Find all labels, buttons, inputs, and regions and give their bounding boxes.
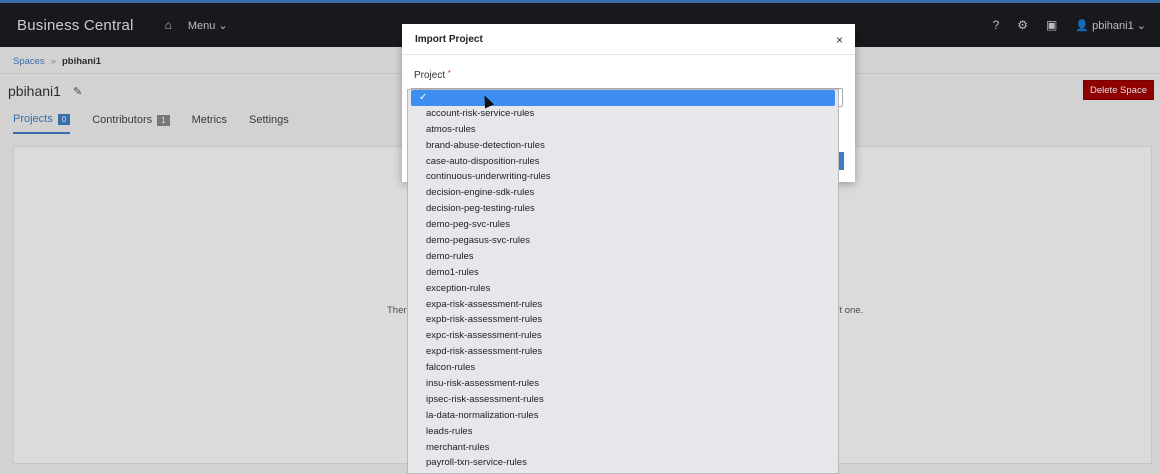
project-field-label: Project * (414, 70, 451, 81)
dropdown-options: account-risk-service-rules atmos-rules bra… (408, 106, 838, 471)
dropdown-option[interactable]: decision-engine-sdk-rules (408, 185, 838, 201)
dropdown-option[interactable]: payroll-txn-service-rules (408, 455, 838, 471)
dropdown-option[interactable]: demo-rules (408, 249, 838, 265)
dropdown-option[interactable]: merchant-rules (408, 440, 838, 456)
dropdown-option[interactable]: la-data-normalization-rules (408, 408, 838, 424)
dropdown-option[interactable]: demo1-rules (408, 265, 838, 281)
project-dropdown-list: ✓ account-risk-service-rules atmos-rules b… (407, 89, 839, 474)
modal-title: Import Project (415, 33, 483, 45)
dropdown-option-selected[interactable]: ✓ (411, 90, 835, 106)
dropdown-option[interactable]: decision-peg-testing-rules (408, 201, 838, 217)
dropdown-option[interactable]: leads-rules (408, 424, 838, 440)
dropdown-option[interactable]: exception-rules (408, 281, 838, 297)
dropdown-option[interactable]: falcon-rules (408, 360, 838, 376)
dropdown-option[interactable]: expa-risk-assessment-rules (408, 297, 838, 313)
dropdown-option[interactable]: insu-risk-assessment-rules (408, 376, 838, 392)
dropdown-option[interactable]: demo-pegasus-svc-rules (408, 233, 838, 249)
project-label-text: Project (414, 70, 446, 81)
dropdown-option[interactable]: expc-risk-assessment-rules (408, 328, 838, 344)
modal-header: Import Project (402, 24, 855, 55)
dropdown-option[interactable]: expb-risk-assessment-rules (408, 312, 838, 328)
dropdown-option[interactable]: atmos-rules (408, 122, 838, 138)
dropdown-option[interactable]: expd-risk-assessment-rules (408, 344, 838, 360)
dropdown-option[interactable]: account-risk-service-rules (408, 106, 838, 122)
dropdown-option[interactable]: continuous-underwriting-rules (408, 169, 838, 185)
close-icon[interactable]: × (836, 33, 843, 47)
dropdown-option[interactable]: case-auto-disposition-rules (408, 154, 838, 170)
dropdown-option[interactable]: brand-abuse-detection-rules (408, 138, 838, 154)
required-marker: * (447, 70, 451, 77)
dropdown-option[interactable]: demo-peg-svc-rules (408, 217, 838, 233)
dropdown-option[interactable]: ipsec-risk-assessment-rules (408, 392, 838, 408)
